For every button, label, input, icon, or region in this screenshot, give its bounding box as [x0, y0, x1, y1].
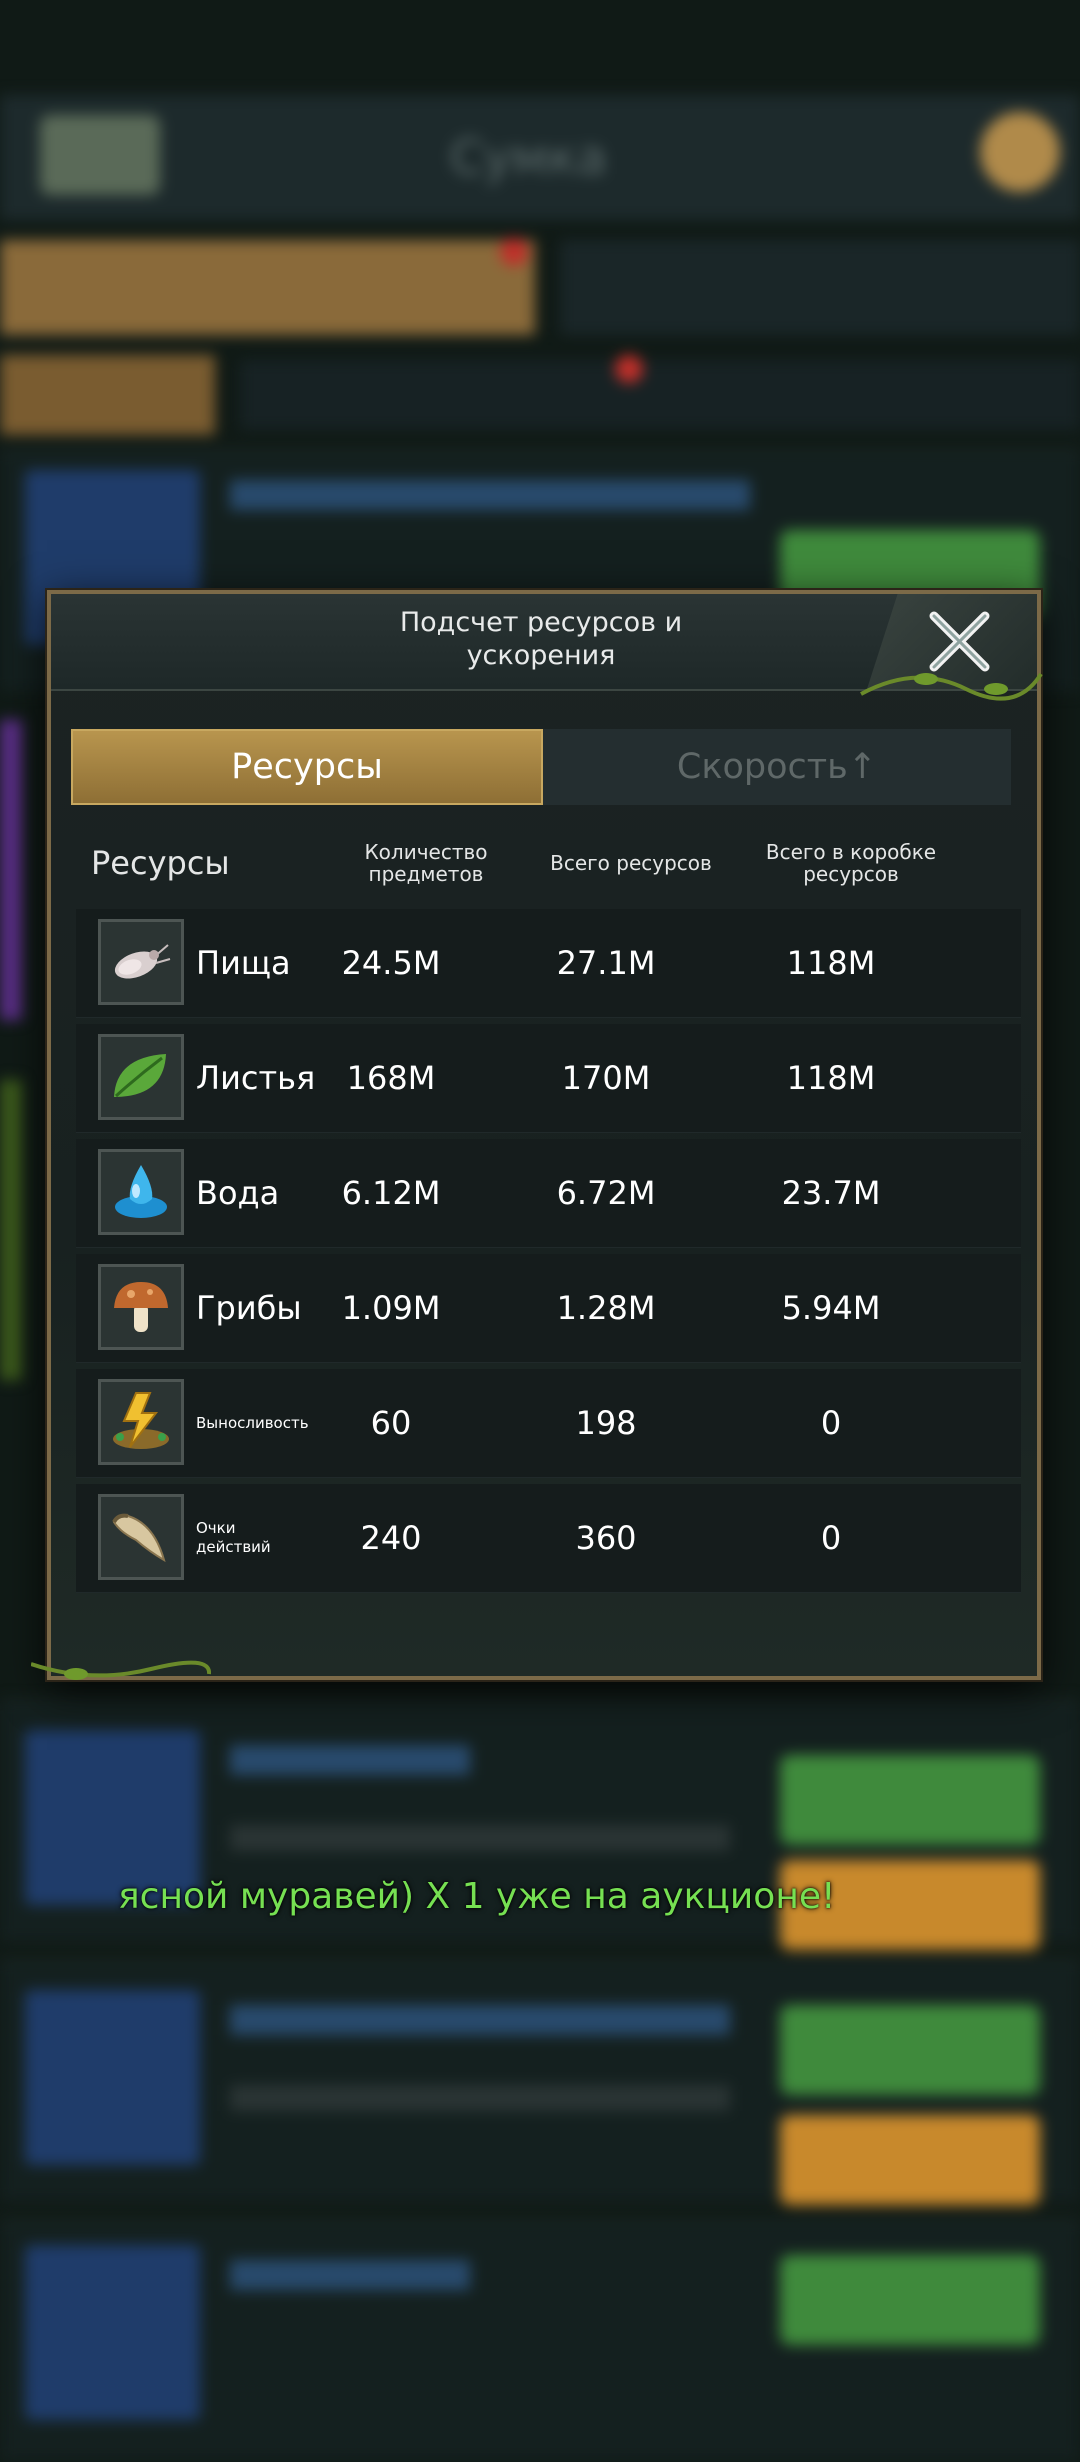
background-line [230, 1825, 730, 1851]
background-line [230, 1745, 470, 1775]
items-value: 60 [370, 1404, 412, 1442]
box-total-value: 118M [786, 1059, 876, 1097]
table-row: Очки действий 240 360 0 [76, 1484, 1021, 1593]
table-row: Выносливость 60 198 0 [76, 1369, 1021, 1478]
items-value: 240 [360, 1519, 422, 1557]
stamina-icon [98, 1379, 184, 1465]
table-row: Грибы 1.09M 1.28M 5.94M [76, 1254, 1021, 1363]
total-value: 360 [575, 1519, 637, 1557]
resource-table: Пища 24.5M 27.1M 118M Листья 168M 170M 1… [76, 909, 1021, 1599]
tab-resources[interactable]: Ресурсы [71, 729, 543, 805]
column-header-resources: Ресурсы [91, 844, 230, 882]
auction-notice: ясной муравей) Х 1 уже на аукционе! [118, 1876, 836, 1917]
total-value: 1.28M [556, 1289, 656, 1327]
background-subtab [0, 355, 215, 435]
background-sidebar [0, 720, 22, 1020]
column-header-items: Количество предметов [364, 840, 488, 886]
tab-bar: Ресурсы Скорость↑ [71, 729, 1011, 805]
column-header-total: Всего ресурсов [550, 851, 712, 875]
box-total-value: 23.7M [781, 1174, 881, 1212]
background-button [780, 2005, 1040, 2095]
box-total-value: 5.94M [781, 1289, 881, 1327]
background-line [230, 2260, 470, 2290]
mushroom-icon [98, 1264, 184, 1350]
background-tab [560, 240, 1080, 335]
total-value: 170M [561, 1059, 651, 1097]
resource-name: Грибы [196, 1289, 302, 1327]
dialog-header: Подсчет ресурсов и ускорения [51, 594, 1043, 701]
box-total-value: 0 [820, 1404, 842, 1442]
water-drop-icon [98, 1149, 184, 1235]
background-thumb [25, 2245, 200, 2420]
vine-decoration-icon [860, 672, 1043, 701]
items-value: 1.09M [341, 1289, 441, 1327]
total-value: 6.72M [556, 1174, 656, 1212]
background-thumb [25, 1990, 200, 2165]
background-badge [615, 355, 643, 383]
items-value: 6.12M [341, 1174, 441, 1212]
table-row: Пища 24.5M 27.1M 118M [76, 909, 1021, 1018]
vine-decoration-icon [31, 1660, 211, 1680]
column-header-box-total: Всего в коробке ресурсов [765, 840, 937, 886]
box-total-value: 0 [820, 1519, 842, 1557]
background-back-button [40, 115, 160, 195]
resource-name: Выносливость [196, 1413, 309, 1432]
horn-icon [98, 1494, 184, 1580]
resource-name: Очки действий [196, 1519, 271, 1556]
background-subtabs [240, 360, 1080, 430]
resource-name: Вода [196, 1174, 280, 1212]
background-button [780, 2255, 1040, 2345]
items-value: 168M [346, 1059, 436, 1097]
food-icon [98, 919, 184, 1005]
resource-summary-dialog: Подсчет ресурсов и ускорения Ресурсы Ско… [31, 590, 1043, 1680]
table-row: Листья 168M 170M 118M [76, 1024, 1021, 1133]
background-title: Сумка [450, 130, 607, 186]
background-line [230, 2085, 730, 2111]
total-value: 198 [575, 1404, 637, 1442]
background-badge [500, 238, 528, 266]
tab-speedups[interactable]: Скорость↑ [543, 729, 1011, 805]
dialog-title: Подсчет ресурсов и ускорения [399, 607, 683, 671]
background-line [230, 480, 750, 510]
resource-name: Листья [196, 1059, 316, 1097]
background-tab [0, 240, 535, 335]
background-coin-icon [980, 112, 1060, 192]
total-value: 27.1M [556, 944, 656, 982]
background-sidebar [0, 1080, 22, 1380]
background-button [780, 2115, 1040, 2205]
resource-name: Пища [196, 944, 291, 982]
table-row: Вода 6.12M 6.72M 23.7M [76, 1139, 1021, 1248]
background-line [230, 2005, 730, 2035]
leaf-icon [98, 1034, 184, 1120]
items-value: 24.5M [341, 944, 441, 982]
background-button [780, 1755, 1040, 1845]
box-total-value: 118M [786, 944, 876, 982]
